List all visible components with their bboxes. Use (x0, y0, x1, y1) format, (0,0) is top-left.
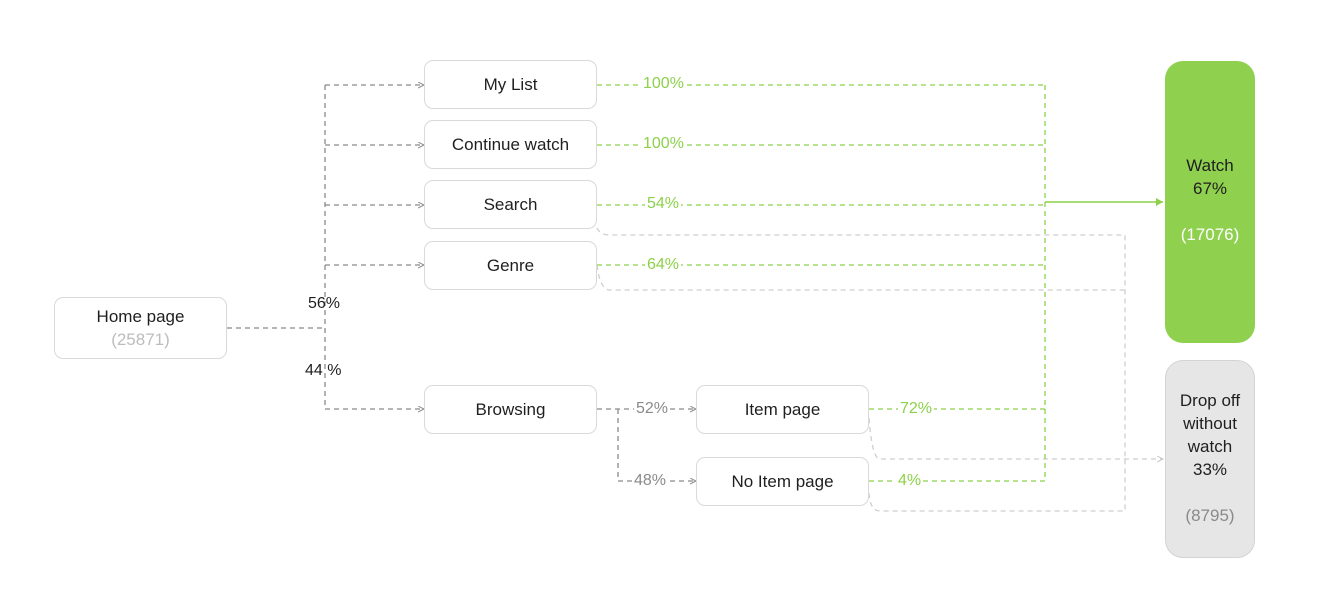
item-page-node[interactable]: Item page (696, 385, 869, 434)
genre-label: Genre (486, 255, 535, 275)
drop-off-pct: 33% (1192, 460, 1228, 479)
home-page-count: (25871) (111, 330, 170, 349)
drop-off-label-line1: Drop off (1179, 391, 1241, 410)
my-list-watch-pct: 100% (641, 75, 686, 93)
my-list-node[interactable]: My List (424, 60, 597, 109)
item-page-label: Item page (744, 399, 821, 419)
browsing-label: Browsing (475, 399, 546, 419)
home-page-node[interactable]: Home page (25871) (54, 297, 227, 359)
drop-off-count: (8795) (1185, 506, 1235, 525)
watch-label: Watch (1186, 156, 1234, 175)
drop-off-label-line2: without (1183, 414, 1237, 433)
split-bottom-pct: 44 % (305, 362, 342, 379)
continue-watch-node[interactable]: Continue watch (424, 120, 597, 169)
genre-node[interactable]: Genre (424, 241, 597, 290)
home-page-label: Home page (96, 307, 185, 326)
drop-off-label-line3: watch (1187, 437, 1233, 456)
no-item-page-node[interactable]: No Item page (696, 457, 869, 506)
search-label: Search (483, 194, 538, 214)
watch-outcome[interactable]: Watch 67% (17076) (1165, 61, 1255, 343)
genre-watch-pct: 64% (645, 256, 682, 274)
drop-off-lines (596, 227, 1163, 512)
item-page-split-pct: 52% (634, 400, 671, 418)
watch-count: (17076) (1180, 225, 1240, 244)
watch-pct: 67% (1192, 179, 1228, 198)
continue-watch-label: Continue watch (451, 134, 570, 154)
split-top-pct: 56% (308, 295, 341, 312)
no-item-page-label: No Item page (731, 471, 834, 491)
my-list-label: My List (483, 74, 538, 94)
item-page-watch-pct: 72% (898, 400, 935, 418)
no-item-page-watch-pct: 4% (896, 472, 924, 490)
no-item-page-split-pct: 48% (632, 472, 669, 490)
search-node[interactable]: Search (424, 180, 597, 229)
browsing-node[interactable]: Browsing (424, 385, 597, 434)
continue-watch-watch-pct: 100% (641, 135, 686, 153)
drop-off-outcome[interactable]: Drop off without watch 33% (8795) (1165, 360, 1255, 558)
search-watch-pct: 54% (645, 195, 682, 213)
